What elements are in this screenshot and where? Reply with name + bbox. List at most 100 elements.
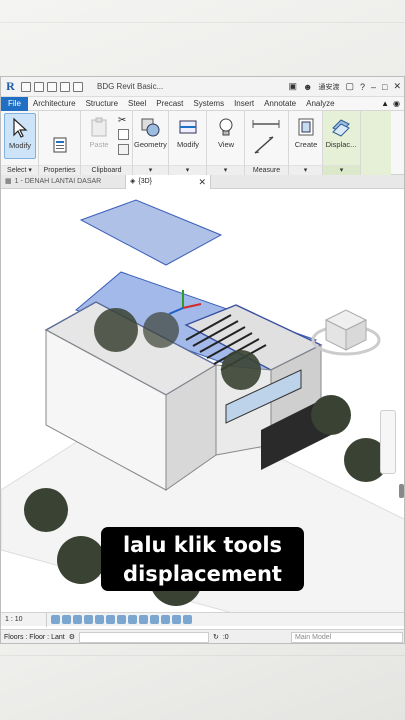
tab-precast[interactable]: Precast xyxy=(151,97,188,111)
match-properties-icon[interactable] xyxy=(118,144,129,155)
tab-steel[interactable]: Steel xyxy=(123,97,151,111)
view-context-panel: Displac... ▾ xyxy=(323,111,361,175)
view-tab-floor-plan[interactable]: ▦ 1 - DENAH LANTAI DASAR xyxy=(1,175,125,189)
measure-panel-label[interactable]: Measure xyxy=(245,165,288,175)
geometry-dropdown[interactable]: ▾ xyxy=(133,165,168,175)
sun-path-icon[interactable] xyxy=(73,615,82,624)
properties-panel-label[interactable]: Properties xyxy=(39,165,80,175)
view-cube[interactable] xyxy=(311,309,381,356)
print-icon[interactable] xyxy=(73,81,83,92)
window-title: BDG Revit Basic... xyxy=(97,82,164,91)
view-panel: View ▾ xyxy=(207,111,245,175)
highlight-displacement-icon[interactable] xyxy=(183,615,192,624)
close-view-tab-icon[interactable]: ✕ xyxy=(198,175,206,189)
temporary-hide-icon[interactable] xyxy=(128,615,137,624)
tab-file[interactable]: File xyxy=(1,96,28,111)
view-context-dropdown[interactable]: ▾ xyxy=(323,165,360,175)
detail-level-icon[interactable] xyxy=(51,615,60,624)
modify-icon xyxy=(179,120,197,134)
tab-structure[interactable]: Structure xyxy=(81,97,123,111)
status-text: Floors : Floor : Lant xyxy=(4,633,65,641)
ribbon: Modify Select ▾ Properties Paste ✂ Clipb… xyxy=(1,111,404,175)
clipboard-panel-label: Clipboard xyxy=(81,165,132,175)
create-panel: Create ▾ xyxy=(289,111,323,175)
view-dropdown[interactable]: ▾ xyxy=(207,165,244,175)
measure-icon[interactable] xyxy=(251,119,281,129)
cut-icon[interactable]: ✂ xyxy=(118,115,129,126)
ribbon-menu-icon[interactable]: ◉ xyxy=(393,99,400,108)
maximize-icon[interactable]: □ xyxy=(382,82,387,92)
reveal-hidden-icon[interactable] xyxy=(139,615,148,624)
rotation-value: :0 xyxy=(222,633,229,641)
quick-access-toolbar xyxy=(21,81,83,92)
view-control-icons xyxy=(51,615,192,624)
user-icon[interactable]: ☻ xyxy=(303,82,312,92)
ribbon-toggle-icon[interactable]: ▲ xyxy=(381,99,389,108)
tab-systems[interactable]: Systems xyxy=(188,97,229,111)
visual-style-icon[interactable] xyxy=(62,615,71,624)
view-scale[interactable]: 1 : 10 xyxy=(1,612,47,627)
temporary-view-properties-icon[interactable] xyxy=(150,615,159,624)
modify-panel: Modify ▾ xyxy=(169,111,207,175)
save-icon[interactable] xyxy=(34,81,44,92)
modify-tool-button[interactable]: Modify xyxy=(4,113,36,159)
open-icon[interactable] xyxy=(21,81,31,92)
cursor-icon xyxy=(13,117,28,138)
help-icon[interactable]: ? xyxy=(360,82,365,92)
selection-filter-icon[interactable]: ⚙ xyxy=(69,633,75,641)
undo-icon[interactable] xyxy=(47,81,57,92)
displace-elements-label: Displac... xyxy=(325,140,357,149)
properties-icon[interactable] xyxy=(53,137,67,153)
cart-icon[interactable]: ▢ xyxy=(345,81,354,92)
create-button[interactable]: Create xyxy=(290,113,322,159)
displace-elements-button[interactable]: Displac... xyxy=(325,113,357,159)
view-tab-3d[interactable]: ◈ {3D} ✕ xyxy=(125,174,211,189)
title-bar-right: ▣ ☻ 通安渡 ▢ ? – □ ✕ xyxy=(288,81,401,92)
workset-selector[interactable]: Main Model xyxy=(291,631,403,643)
ribbon-context-spacer xyxy=(361,111,391,175)
analytical-model-icon[interactable] xyxy=(172,615,181,624)
close-window-icon[interactable]: ✕ xyxy=(393,81,401,92)
binoculars-icon[interactable]: ▣ xyxy=(288,81,297,92)
navigation-bar[interactable] xyxy=(380,410,396,474)
create-group-icon xyxy=(298,118,314,136)
geometry-button[interactable]: Geometry xyxy=(134,113,167,159)
geometry-panel: Geometry ▾ xyxy=(133,111,169,175)
geometry-icon xyxy=(141,118,160,137)
modify-tool-label: Modify xyxy=(8,141,32,150)
paste-button[interactable]: Paste xyxy=(83,113,115,159)
create-dropdown[interactable]: ▾ xyxy=(289,165,322,175)
lightbulb-icon xyxy=(219,118,233,136)
caption-line-1: lalu klik tools xyxy=(122,533,283,557)
properties-panel: Properties xyxy=(39,111,81,175)
tab-annotate[interactable]: Annotate xyxy=(259,97,301,111)
render-icon[interactable] xyxy=(95,615,104,624)
worksharing-display-icon[interactable] xyxy=(161,615,170,624)
view-tab-3d-label: {3D} xyxy=(138,177,153,185)
lock-3d-view-icon[interactable] xyxy=(117,615,126,624)
modify-dropdown[interactable]: ▾ xyxy=(169,165,206,175)
dimension-icon[interactable] xyxy=(253,135,275,155)
view-tabs: ▦ 1 - DENAH LANTAI DASAR ◈ {3D} ✕ xyxy=(1,174,404,189)
select-panel: Modify Select ▾ xyxy=(1,111,39,175)
status-field[interactable] xyxy=(78,631,209,643)
copy-icon[interactable] xyxy=(118,129,129,140)
tab-analyze[interactable]: Analyze xyxy=(301,97,339,111)
scrollbar[interactable] xyxy=(399,484,404,498)
crop-view-icon[interactable] xyxy=(106,615,115,624)
select-panel-label[interactable]: Select ▾ xyxy=(1,165,38,175)
minimize-icon[interactable]: – xyxy=(371,82,376,92)
tab-architecture[interactable]: Architecture xyxy=(28,97,81,111)
ribbon-options: ▲ ◉ xyxy=(381,99,404,108)
status-bar: Floors : Floor : Lant ⚙ ↻ :0 Main Model xyxy=(1,629,404,643)
modify-button[interactable]: Modify xyxy=(172,113,204,159)
view-button[interactable]: View xyxy=(210,113,242,159)
shadows-icon[interactable] xyxy=(84,615,93,624)
tab-insert[interactable]: Insert xyxy=(229,97,259,111)
redo-icon[interactable] xyxy=(60,81,70,92)
user-name[interactable]: 通安渡 xyxy=(318,82,339,92)
ribbon-tabs: File Architecture Structure Steel Precas… xyxy=(1,96,404,111)
3d-view-icon: ◈ xyxy=(130,177,136,185)
revit-logo-icon[interactable]: R xyxy=(4,80,17,93)
geometry-label: Geometry xyxy=(134,140,167,149)
